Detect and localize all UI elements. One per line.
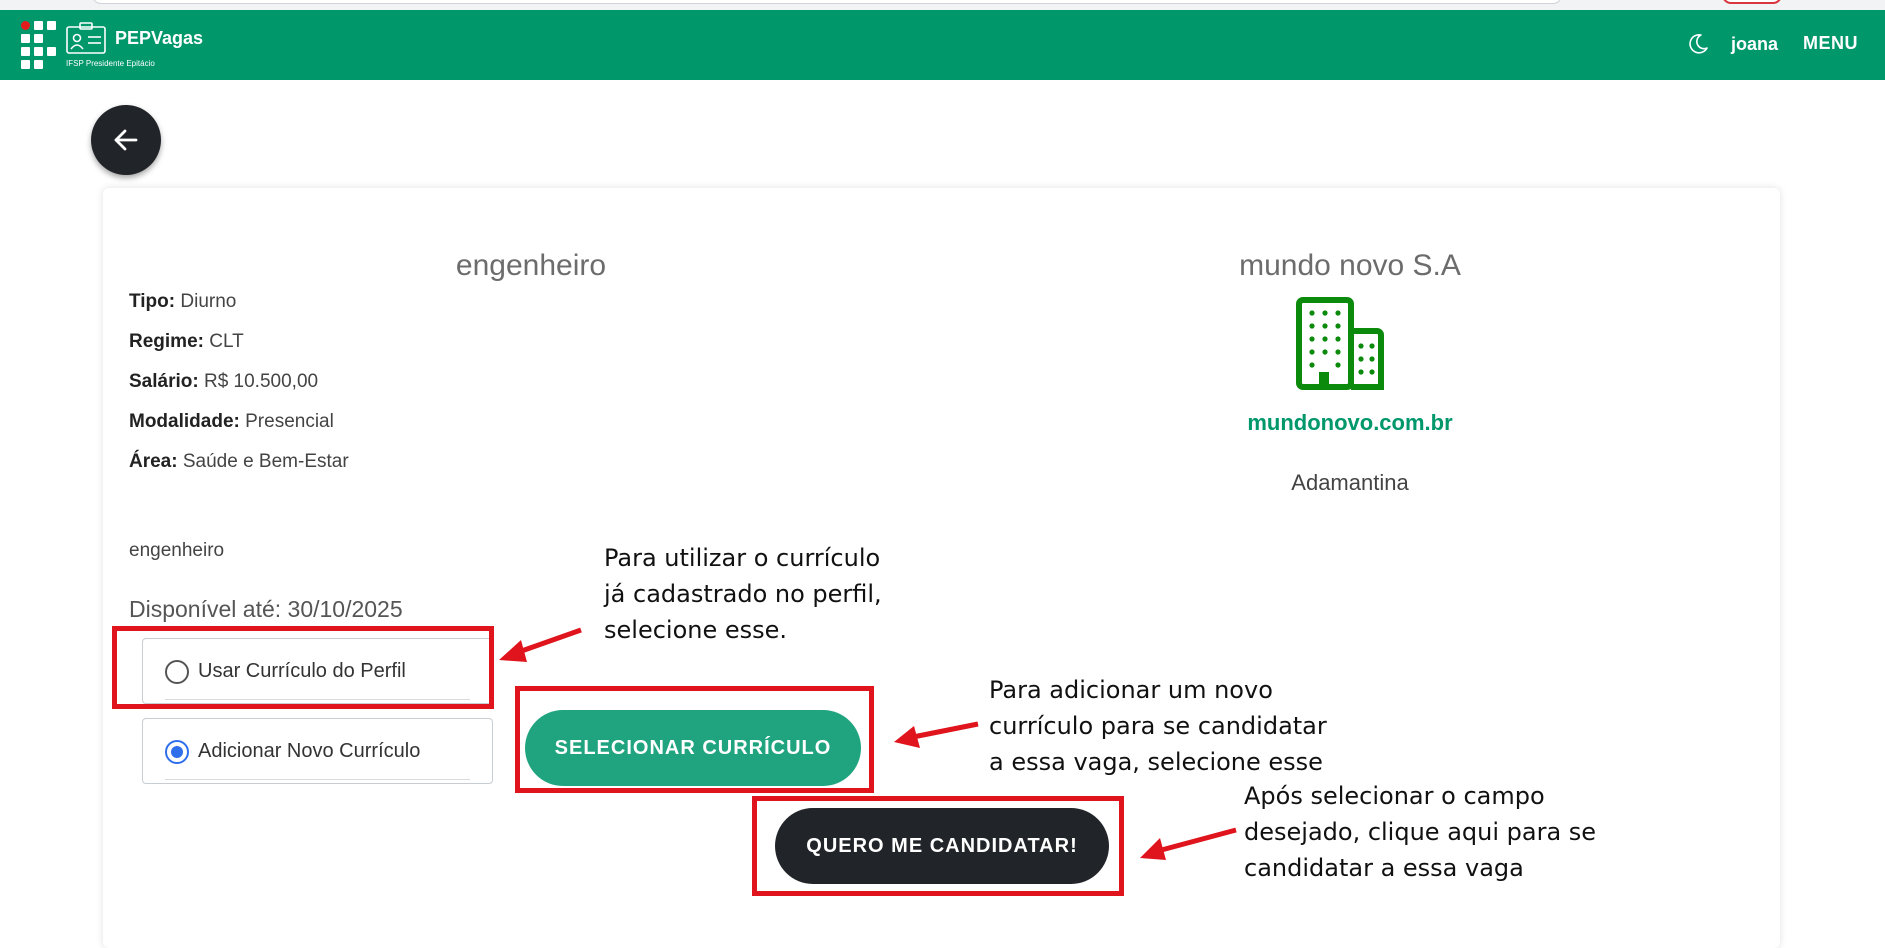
- divider: [165, 779, 470, 780]
- option-label: Adicionar Novo Currículo: [198, 740, 421, 762]
- radio-new-resume[interactable]: [165, 740, 189, 764]
- detail-salario: Salário: R$ 10.500,00: [129, 371, 319, 392]
- highlight-box-profile-resume: [112, 626, 494, 709]
- annotation-apply: Após selecionar o campo desejado, clique…: [1244, 782, 1597, 882]
- back-button[interactable]: [91, 105, 161, 175]
- brand-subtitle: IFSP Presidente Epitácio: [66, 59, 155, 68]
- menu-button[interactable]: MENU: [1803, 33, 1858, 54]
- company-website-link[interactable]: mundonovo.com.br: [1134, 410, 1566, 436]
- detail-modalidade: Modalidade: Presencial: [129, 411, 334, 432]
- job-deadline: Disponível até: 30/10/2025: [129, 596, 403, 622]
- id-card-icon: [66, 22, 106, 54]
- company-name: mundo novo S.A: [1239, 249, 1461, 282]
- ifsp-logo-icon[interactable]: [21, 21, 57, 69]
- job-description: engenheiro: [129, 540, 225, 561]
- brand-name[interactable]: PEPVagas: [115, 28, 203, 49]
- option-new-resume[interactable]: Adicionar Novo Currículo: [142, 718, 493, 784]
- annotation-new-resume: Para adicionar um novo currículo para se…: [989, 676, 1327, 776]
- navbar: PEPVagas IFSP Presidente Epitácio joana …: [0, 10, 1885, 80]
- arrow-left-icon: [114, 129, 138, 151]
- annotation-profile-resume: Para utilizar o currículo já cadastrado …: [604, 544, 882, 644]
- browser-button-edge: [1722, 0, 1782, 4]
- arrow-annotation-apply-icon: [1140, 827, 1237, 860]
- highlight-box-select-resume: [515, 686, 874, 793]
- detail-area: Área: Saúde e Bem-Estar: [129, 451, 349, 472]
- user-menu[interactable]: joana: [1731, 34, 1778, 55]
- highlight-box-apply: [752, 796, 1124, 896]
- moon-icon[interactable]: [1686, 32, 1710, 56]
- detail-regime: Regime: CLT: [129, 331, 244, 352]
- arrow-annotation-profile-icon: [499, 627, 582, 662]
- detail-tipo: Tipo: Diurno: [129, 291, 237, 312]
- address-bar-edge: [92, 0, 1562, 4]
- building-icon: [1296, 297, 1384, 390]
- arrow-annotation-new-resume-icon: [894, 721, 979, 748]
- browser-top-strip: [0, 0, 1885, 10]
- company-city: Adamantina: [1291, 470, 1409, 495]
